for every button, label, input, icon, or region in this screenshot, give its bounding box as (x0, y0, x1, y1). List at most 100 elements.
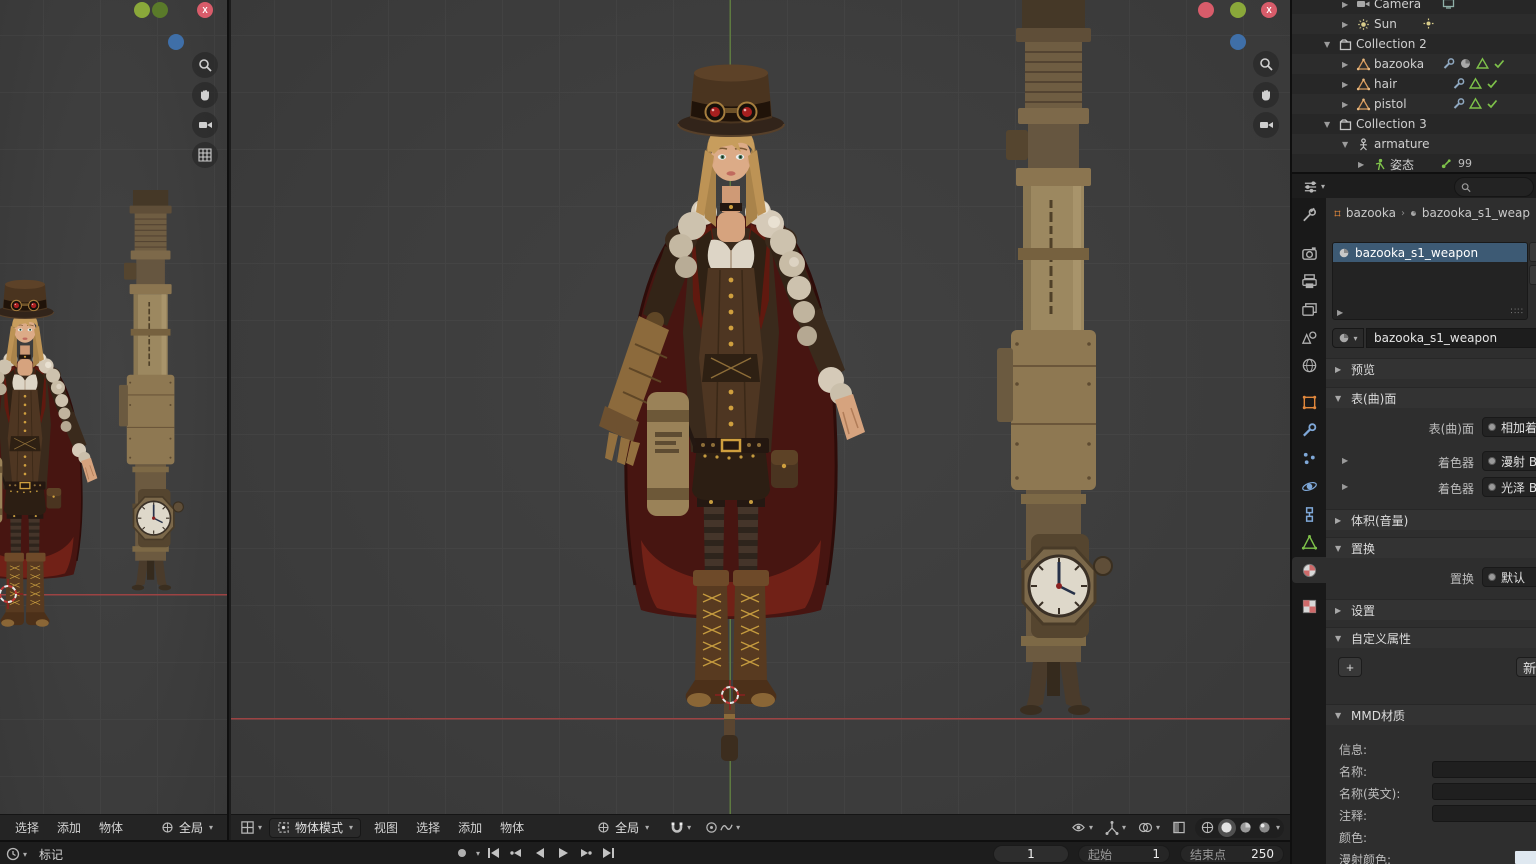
frame-end-field[interactable]: 结束点 250 (1180, 845, 1284, 863)
outliner-row-hair[interactable]: ▶ hair (1292, 74, 1536, 94)
menu-view[interactable]: 视图 (365, 819, 407, 836)
camera-data-icon[interactable] (1442, 0, 1455, 10)
mode-dropdown[interactable]: 物体模式 ▾ (269, 818, 361, 838)
menu-add[interactable]: 添加 (449, 819, 491, 836)
jump-to-start-button[interactable] (483, 844, 503, 862)
axis-y-neg-ball[interactable] (152, 2, 168, 18)
tab-scene[interactable] (1292, 324, 1326, 350)
slot-expand-icon[interactable]: ▶ (1337, 308, 1343, 317)
breadcrumb-object[interactable]: bazooka (1346, 206, 1396, 220)
disclosure-icon[interactable]: ▶ (1342, 100, 1356, 109)
tab-material[interactable] (1292, 557, 1326, 583)
remove-slot-button[interactable] (1529, 265, 1536, 285)
vertex-group-icon[interactable] (1486, 77, 1499, 90)
camera-view-icon[interactable] (192, 112, 218, 138)
diffuse-shader-dropdown[interactable]: 漫射 B (1482, 451, 1536, 471)
axis-x-ball[interactable]: X (197, 2, 213, 18)
material-preview-icon[interactable] (1237, 819, 1255, 837)
bone-data-icon[interactable] (1440, 158, 1452, 170)
material-data-icon[interactable] (1459, 57, 1472, 70)
disclosure-icon[interactable]: ▶ (1342, 20, 1356, 29)
frame-start-field[interactable]: 起始 1 (1078, 845, 1170, 863)
tab-world[interactable] (1292, 352, 1326, 378)
tab-modifiers[interactable] (1292, 417, 1326, 443)
previous-keyframe-button[interactable] (506, 844, 526, 862)
material-slot-row[interactable]: bazooka_s1_weapon (1333, 243, 1527, 262)
diffuse-color-swatch[interactable] (1514, 850, 1536, 864)
timeline-editor-type-button[interactable]: ▾ (6, 844, 27, 864)
axis-z-ball[interactable] (1230, 34, 1246, 50)
tab-view-layer[interactable] (1292, 296, 1326, 322)
next-keyframe-button[interactable] (575, 844, 595, 862)
tab-render[interactable] (1292, 240, 1326, 266)
sun-data-icon[interactable] (1422, 17, 1435, 30)
menu-select[interactable]: 选择 (6, 819, 48, 836)
pan-hand-icon[interactable] (1253, 82, 1279, 108)
menu-add[interactable]: 添加 (48, 819, 90, 836)
pistol-model[interactable] (721, 702, 738, 761)
tab-tool[interactable] (1292, 202, 1326, 228)
browse-material-button[interactable]: ▾ (1332, 328, 1364, 348)
modifier-wrench-icon[interactable] (1452, 97, 1465, 110)
transform-orientation-dropdown[interactable]: 全局▾ (153, 818, 221, 838)
disclosure-icon[interactable]: ▶ (1342, 80, 1356, 89)
list-resize-grip[interactable]: ∷∷ (1511, 307, 1524, 317)
overlays-dropdown[interactable]: ▾ (1135, 817, 1163, 839)
properties-editor-type-button[interactable]: ▾ (1300, 175, 1328, 197)
disclosure-icon[interactable]: ▼ (1324, 40, 1338, 49)
jump-to-end-button[interactable] (598, 844, 618, 862)
tab-output[interactable] (1292, 268, 1326, 294)
wireframe-icon[interactable] (1199, 819, 1217, 837)
panel-displacement[interactable]: ▼ 置换 (1326, 537, 1536, 558)
panel-surface[interactable]: ▼ 表(曲)面 (1326, 387, 1536, 408)
outliner-row-armature[interactable]: ▼ armature (1292, 134, 1536, 154)
disclosure-icon[interactable]: ▶ (1342, 0, 1356, 9)
outliner-row-collection-3[interactable]: ▼ Collection 3 (1292, 114, 1536, 134)
search-input[interactable] (1475, 181, 1527, 194)
tab-object-data[interactable] (1292, 529, 1326, 555)
surface-shader-dropdown[interactable]: 相加着 (1482, 417, 1536, 437)
vertex-group-icon[interactable] (1493, 57, 1506, 70)
mmd-comment-input[interactable] (1432, 805, 1536, 822)
add-slot-button[interactable] (1529, 242, 1536, 262)
mmd-name-en-input[interactable] (1432, 783, 1536, 800)
new-property-button[interactable]: 新建 (1516, 657, 1536, 677)
tab-object[interactable] (1292, 389, 1326, 415)
tab-particles[interactable] (1292, 445, 1326, 471)
visibility-dropdown[interactable]: ▾ (1068, 817, 1096, 839)
panel-mmd-material[interactable]: ▼ MMD材质 (1326, 704, 1536, 725)
menu-object[interactable]: 物体 (491, 819, 533, 836)
breadcrumb-material[interactable]: bazooka_s1_weap (1422, 206, 1530, 220)
vertex-group-icon[interactable] (1486, 97, 1499, 110)
transform-orientation-dropdown[interactable]: 全局▾ (589, 818, 657, 838)
mesh-data-icon[interactable] (1469, 97, 1482, 110)
outliner-row-pose[interactable]: ▶ 姿态 99 (1292, 154, 1536, 172)
play-reverse-button[interactable] (529, 844, 549, 862)
menu-select[interactable]: 选择 (407, 819, 449, 836)
panel-volume[interactable]: ▶ 体积(音量) (1326, 509, 1536, 530)
tab-texture[interactable] (1292, 593, 1326, 619)
rendered-icon[interactable] (1256, 819, 1274, 837)
character-model-small[interactable] (0, 280, 97, 627)
zoom-icon[interactable] (1253, 51, 1279, 77)
modifier-wrench-icon[interactable] (1442, 57, 1455, 70)
mesh-data-icon[interactable] (1476, 57, 1489, 70)
axis-y-ball[interactable] (1230, 2, 1246, 18)
tab-constraints[interactable] (1292, 501, 1326, 527)
editor-type-button[interactable]: ▾ (237, 817, 265, 839)
disclosure-icon[interactable]: ▼ (1342, 140, 1356, 149)
grid-icon[interactable] (192, 142, 218, 168)
timeline-marker-menu[interactable]: 标记 (30, 846, 72, 863)
material-name-input[interactable]: bazooka_s1_weapon (1366, 328, 1536, 348)
viewport-main-canvas[interactable] (231, 0, 1290, 814)
tab-physics[interactable] (1292, 473, 1326, 499)
zoom-icon[interactable] (192, 52, 218, 78)
panel-custom-properties[interactable]: ▼ 自定义属性 (1326, 627, 1536, 648)
proportional-editing-button[interactable]: ▾ (702, 817, 743, 839)
axis-z-ball[interactable] (168, 34, 184, 50)
displacement-dropdown[interactable]: 默认 (1482, 567, 1536, 587)
glossy-shader-dropdown[interactable]: 光泽 B (1482, 477, 1536, 497)
axis-x-ball[interactable]: X (1261, 2, 1277, 18)
snap-toggle-button[interactable]: ▾ (667, 817, 694, 839)
gizmos-dropdown[interactable]: ▾ (1102, 817, 1129, 839)
